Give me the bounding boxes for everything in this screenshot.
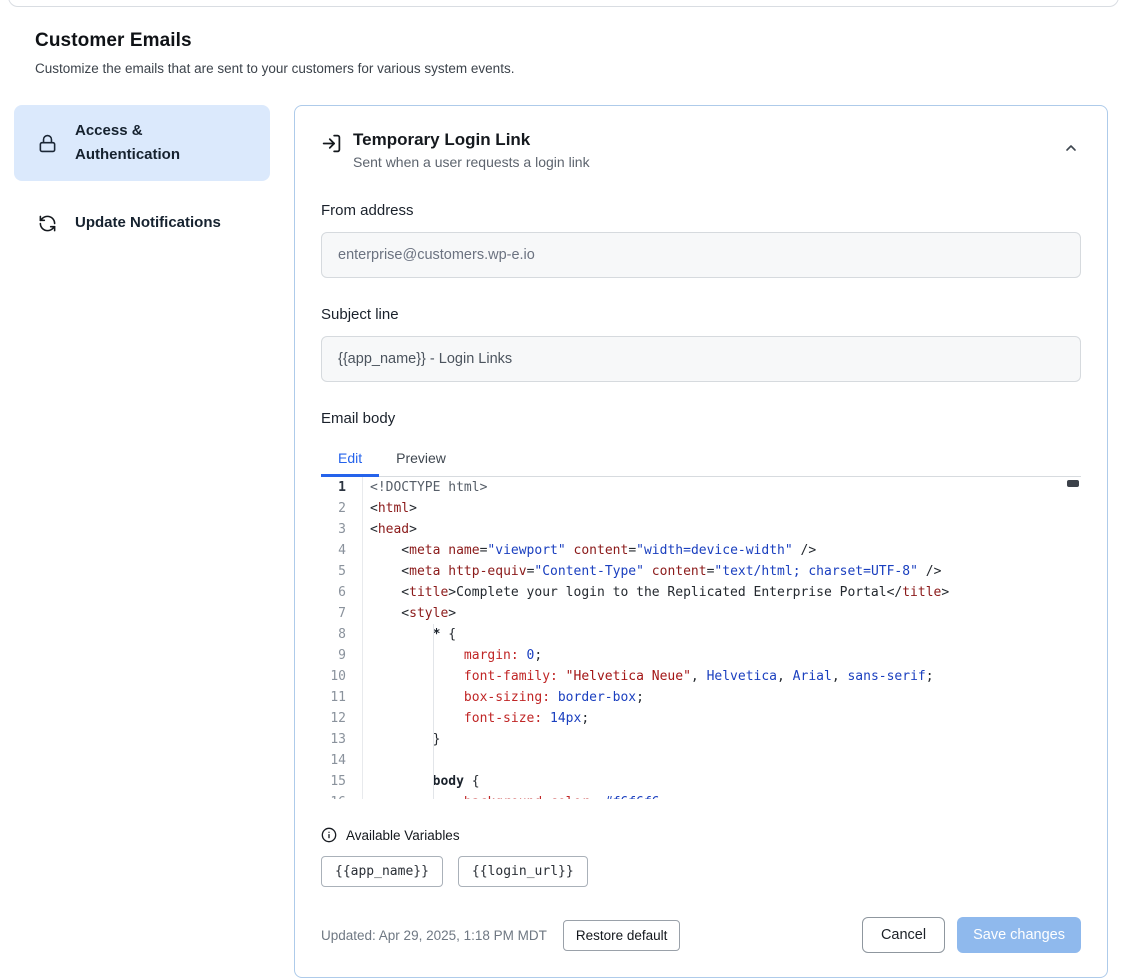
code-line: 6 <title>Complete your login to the Repl…	[321, 582, 1081, 603]
collapse-button[interactable]	[1061, 138, 1081, 161]
subject-line-label: Subject line	[321, 306, 1081, 323]
variable-chip-login-url[interactable]: {{login_url}}	[458, 856, 588, 887]
available-variables-section: Available Variables {{app_name}} {{login…	[321, 827, 1081, 887]
code-line: 7 <style>	[321, 603, 1081, 624]
code-line: 5 <meta http-equiv="Content-Type" conten…	[321, 561, 1081, 582]
restore-default-button[interactable]: Restore default	[563, 920, 681, 951]
email-body-label: Email body	[321, 410, 1081, 427]
sidebar-item-label: Update Notifications	[75, 211, 221, 235]
code-line: 1<!DOCTYPE html>	[321, 477, 1081, 498]
updated-timestamp: Updated: Apr 29, 2025, 1:18 PM MDT	[321, 928, 547, 943]
card-subtitle: Sent when a user requests a login link	[353, 154, 590, 170]
variable-chip-app-name[interactable]: {{app_name}}	[321, 856, 443, 887]
cancel-button[interactable]: Cancel	[862, 917, 945, 953]
code-line: 3<head>	[321, 519, 1081, 540]
subject-line-input[interactable]	[321, 336, 1081, 382]
indent-guide	[433, 624, 434, 799]
code-line: 8 * {	[321, 624, 1081, 645]
email-settings-card: Temporary Login Link Sent when a user re…	[294, 105, 1108, 978]
sidebar-item-update-notifications[interactable]: Update Notifications	[14, 197, 270, 249]
card-footer: Updated: Apr 29, 2025, 1:18 PM MDT Resto…	[321, 917, 1081, 953]
sidebar-item-access-authentication[interactable]: Access & Authentication	[14, 105, 270, 181]
tab-edit[interactable]: Edit	[321, 439, 379, 477]
page-subtitle: Customize the emails that are sent to yo…	[35, 61, 1093, 76]
available-variables-label: Available Variables	[346, 828, 460, 843]
lock-icon	[38, 134, 57, 153]
code-line: 2<html>	[321, 498, 1081, 519]
card-header: Temporary Login Link Sent when a user re…	[321, 130, 1081, 170]
info-icon	[321, 827, 337, 843]
refresh-icon	[38, 214, 57, 233]
code-line: 16 background-color: #f6f6f6;	[321, 792, 1081, 799]
tab-preview[interactable]: Preview	[379, 439, 463, 477]
code-line: 15 body {	[321, 771, 1081, 792]
from-address-label: From address	[321, 202, 1081, 219]
code-lines: 1<!DOCTYPE html>2<html>3<head>4 <meta na…	[321, 477, 1081, 799]
page-title: Customer Emails	[35, 30, 1093, 52]
code-line: 12 font-size: 14px;	[321, 708, 1081, 729]
editor-scrollbar-thumb[interactable]	[1067, 480, 1079, 487]
code-line: 4 <meta name="viewport" content="width=d…	[321, 540, 1081, 561]
editor-tabs: Edit Preview	[321, 439, 1081, 477]
login-icon	[321, 133, 342, 159]
code-line: 10 font-family: "Helvetica Neue", Helvet…	[321, 666, 1081, 687]
from-address-input[interactable]	[321, 232, 1081, 278]
code-line: 14	[321, 750, 1081, 771]
sidebar-item-label: Access & Authentication	[75, 119, 250, 167]
page-header: Customer Emails Customize the emails tha…	[0, 0, 1128, 76]
code-line: 9 margin: 0;	[321, 645, 1081, 666]
code-line: 11 box-sizing: border-box;	[321, 687, 1081, 708]
gutter-separator	[362, 477, 363, 799]
sidebar: Access & Authentication Update Notificat…	[14, 105, 270, 249]
code-editor[interactable]: 1<!DOCTYPE html>2<html>3<head>4 <meta na…	[321, 477, 1081, 799]
top-panel-edge	[8, 0, 1119, 7]
chevron-up-icon	[1063, 140, 1079, 159]
code-line: 13 }	[321, 729, 1081, 750]
save-changes-button[interactable]: Save changes	[957, 917, 1081, 953]
card-title: Temporary Login Link	[353, 130, 590, 150]
